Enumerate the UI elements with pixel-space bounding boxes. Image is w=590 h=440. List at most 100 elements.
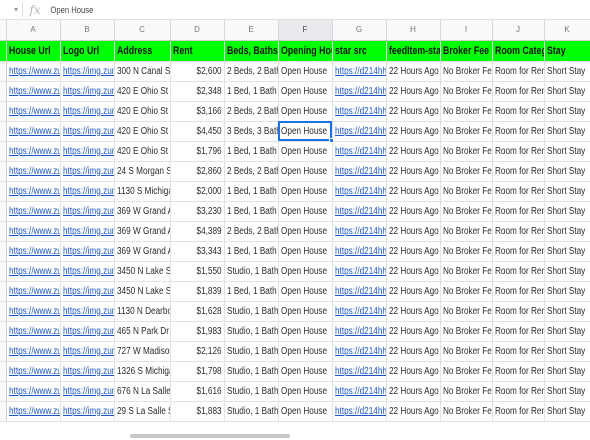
table-cell[interactable]: 22 Hours Ago	[386, 361, 441, 382]
table-cell[interactable]: Short Stay	[544, 141, 590, 162]
table-cell[interactable]: https://www.zum	[6, 341, 61, 362]
header-cell[interactable]: Rent	[170, 40, 225, 62]
table-cell[interactable]: No Broker Fee	[440, 261, 493, 282]
table-cell[interactable]: $3,230	[170, 201, 225, 222]
header-cell[interactable]: Logo Url	[60, 40, 115, 62]
table-cell[interactable]: https://img.zump	[60, 201, 115, 222]
table-cell[interactable]: https://d214hhm	[332, 301, 387, 322]
table-cell[interactable]: $1,883	[170, 401, 225, 422]
table-cell[interactable]: Short Stay	[544, 181, 590, 202]
table-cell[interactable]: https://img.zump	[60, 121, 115, 142]
table-cell[interactable]: Studio, 1 Bath	[224, 401, 279, 422]
table-cell[interactable]: No Broker Fee	[440, 141, 493, 162]
table-cell[interactable]: 2 Beds, 2 Baths	[224, 161, 279, 182]
header-cell[interactable]: Broker Fee	[440, 40, 493, 62]
table-cell[interactable]: 369 W Grand Av	[114, 201, 171, 222]
table-cell[interactable]: https://img.zump	[60, 401, 115, 422]
table-cell[interactable]: https://img.zump	[60, 381, 115, 402]
table-cell[interactable]: Open House	[278, 261, 333, 282]
table-cell[interactable]: Short Stay	[544, 301, 590, 322]
table-cell[interactable]: https://www.zum	[6, 101, 61, 122]
table-cell[interactable]: No Broker Fee	[440, 241, 493, 262]
table-cell[interactable]: 3 Beds, 3 Baths	[224, 121, 279, 142]
table-cell[interactable]: 22 Hours Ago	[386, 141, 441, 162]
table-cell[interactable]: 22 Hours Ago	[386, 261, 441, 282]
table-cell[interactable]: Studio, 1 Bath	[224, 321, 279, 342]
table-cell[interactable]: Room for Rent	[492, 101, 545, 122]
column-header-d[interactable]: D	[170, 20, 225, 41]
table-cell[interactable]: https://d214hhm	[332, 101, 387, 122]
table-cell[interactable]: https://d214hhm	[332, 201, 387, 222]
table-cell[interactable]: $4,389	[170, 221, 225, 242]
table-cell[interactable]: 22 Hours Ago	[386, 161, 441, 182]
table-cell[interactable]: 2 Beds, 2 Baths	[224, 61, 279, 82]
table-cell[interactable]: https://d214hhm	[332, 221, 387, 242]
table-cell[interactable]: Room for Rent	[492, 81, 545, 102]
table-cell[interactable]: 2 Beds, 2 Baths	[224, 101, 279, 122]
table-cell[interactable]: $1,616	[170, 381, 225, 402]
table-cell[interactable]: No Broker Fee	[440, 221, 493, 242]
table-cell[interactable]: https://d214hhm	[332, 341, 387, 362]
table-cell[interactable]: Studio, 1 Bath	[224, 381, 279, 402]
table-cell[interactable]: 1 Bed, 1 Bath	[224, 141, 279, 162]
table-cell[interactable]: 22 Hours Ago	[386, 121, 441, 142]
column-header-h[interactable]: H	[386, 20, 441, 41]
table-cell[interactable]: https://d214hhm	[332, 121, 387, 142]
table-cell[interactable]: $1,796	[170, 141, 225, 162]
table-cell[interactable]: Open House	[278, 341, 333, 362]
table-cell[interactable]: 22 Hours Ago	[386, 181, 441, 202]
table-cell[interactable]: Room for Rent	[492, 201, 545, 222]
table-cell[interactable]: https://www.zum	[6, 301, 61, 322]
table-cell[interactable]: Open House	[278, 181, 333, 202]
table-cell[interactable]: Open House	[278, 401, 333, 422]
table-cell[interactable]: https://www.zum	[6, 81, 61, 102]
table-cell[interactable]: No Broker Fee	[440, 361, 493, 382]
table-cell[interactable]: https://d214hhm	[332, 141, 387, 162]
table-cell[interactable]: Room for Rent	[492, 61, 545, 82]
header-cell[interactable]: feedItem-sta	[386, 40, 441, 62]
table-cell[interactable]: No Broker Fee	[440, 401, 493, 422]
table-cell[interactable]: Studio, 1 Bath	[224, 301, 279, 322]
table-cell[interactable]: https://www.zum	[6, 121, 61, 142]
table-cell[interactable]: No Broker Fee	[440, 321, 493, 342]
table-cell[interactable]: https://d214hhm	[332, 321, 387, 342]
table-cell[interactable]: Room for Rent	[492, 121, 545, 142]
formula-input[interactable]: Open House	[47, 5, 93, 15]
table-cell[interactable]: 22 Hours Ago	[386, 301, 441, 322]
table-cell[interactable]: https://www.zum	[6, 401, 61, 422]
table-cell[interactable]: No Broker Fee	[440, 381, 493, 402]
table-cell[interactable]: 22 Hours Ago	[386, 281, 441, 302]
table-cell[interactable]: Open House	[278, 101, 333, 122]
table-cell[interactable]: Short Stay	[544, 381, 590, 402]
table-cell[interactable]: Open House	[278, 141, 333, 162]
table-cell[interactable]: No Broker Fee	[440, 341, 493, 362]
table-cell[interactable]: Short Stay	[544, 261, 590, 282]
table-cell[interactable]: https://img.zump	[60, 301, 115, 322]
table-cell[interactable]: Room for Rent	[492, 261, 545, 282]
header-cell[interactable]: House Url	[6, 40, 61, 62]
header-cell[interactable]: star src	[332, 40, 387, 62]
column-header-b[interactable]: B	[60, 20, 115, 41]
table-cell[interactable]: Room for Rent	[492, 241, 545, 262]
table-cell[interactable]: https://d214hhm	[332, 61, 387, 82]
table-cell[interactable]: 1 Bed, 1 Bath	[224, 201, 279, 222]
table-cell[interactable]: 420 E Ohio St #	[114, 81, 171, 102]
table-cell[interactable]: https://img.zump	[60, 241, 115, 262]
table-cell[interactable]: No Broker Fee	[440, 281, 493, 302]
table-cell[interactable]: https://www.zum	[6, 141, 61, 162]
table-cell[interactable]: https://d214hhm	[332, 401, 387, 422]
table-cell[interactable]: 369 W Grand Av	[114, 221, 171, 242]
table-cell[interactable]: https://img.zump	[60, 261, 115, 282]
table-cell[interactable]: Open House	[278, 281, 333, 302]
table-cell[interactable]: https://www.zum	[6, 181, 61, 202]
table-cell[interactable]: Short Stay	[544, 341, 590, 362]
table-cell[interactable]: 3450 N Lake Sh	[114, 281, 171, 302]
table-cell[interactable]: 1130 S Michigan	[114, 181, 171, 202]
table-cell[interactable]: https://www.zum	[6, 161, 61, 182]
table-cell[interactable]: 420 E Ohio St #;	[114, 121, 171, 142]
table-cell[interactable]: $2,348	[170, 81, 225, 102]
table-cell[interactable]: $1,983	[170, 321, 225, 342]
header-cell[interactable]: Stay	[544, 40, 590, 62]
table-cell[interactable]: No Broker Fee	[440, 121, 493, 142]
table-cell[interactable]: 22 Hours Ago	[386, 241, 441, 262]
